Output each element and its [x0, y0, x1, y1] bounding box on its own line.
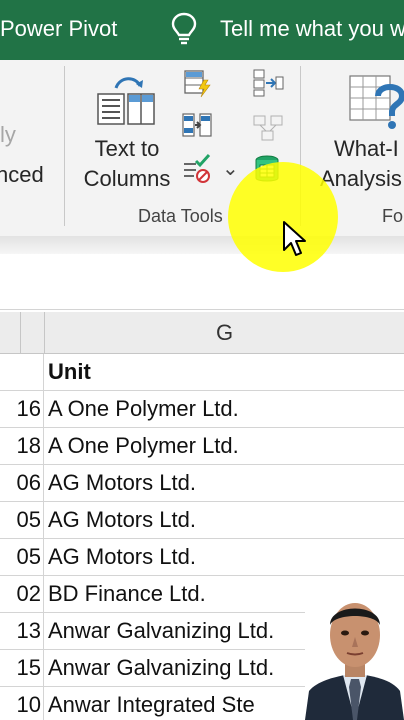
- text-to-columns-icon[interactable]: [96, 72, 158, 132]
- ribbon-border: [0, 236, 404, 254]
- text-to-columns-label-1[interactable]: Text to: [82, 134, 172, 164]
- relationships-icon: [253, 115, 283, 141]
- table-row: 05 AG Motors Ltd.: [0, 539, 404, 576]
- chevron-down-icon[interactable]: ⌄: [222, 156, 239, 181]
- ribbon-separator: [64, 66, 65, 226]
- cell-g[interactable]: A One Polymer Ltd.: [44, 428, 404, 464]
- cell-f[interactable]: 02: [0, 576, 44, 612]
- cell-g[interactable]: AG Motors Ltd.: [44, 539, 404, 575]
- forecast-group-label: Fo: [382, 206, 404, 226]
- flash-fill-icon[interactable]: [182, 68, 212, 98]
- cell-f[interactable]: 05: [0, 539, 44, 575]
- cell-f[interactable]: 18: [0, 428, 44, 464]
- column-header-g[interactable]: G: [44, 312, 404, 354]
- cell-f[interactable]: 16: [0, 391, 44, 427]
- text-to-columns-label-2[interactable]: Columns: [82, 164, 172, 194]
- presenter-photo: [305, 595, 404, 720]
- cell-g[interactable]: A One Polymer Ltd.: [44, 391, 404, 427]
- data-validation-icon[interactable]: [182, 154, 212, 184]
- what-if-analysis-label-2[interactable]: Analysis: [320, 164, 402, 194]
- formula-bar[interactable]: [0, 254, 404, 310]
- column-divider: [20, 312, 21, 354]
- data-tools-group-label: Data Tools: [138, 206, 223, 226]
- what-if-analysis-icon[interactable]: [346, 72, 404, 132]
- what-if-analysis-label-1[interactable]: What-I: [334, 134, 399, 164]
- remove-duplicates-icon[interactable]: [182, 110, 212, 140]
- table-row: Unit: [0, 354, 404, 391]
- table-row: 16 A One Polymer Ltd.: [0, 391, 404, 428]
- lightbulb-icon[interactable]: [170, 12, 198, 46]
- column-headers: G: [0, 312, 404, 354]
- cell-g-header[interactable]: Unit: [44, 354, 404, 390]
- reapply-partial-label: ly: [0, 122, 16, 147]
- tell-me-search[interactable]: Tell me what you w: [220, 16, 404, 42]
- title-bar: Power Pivot Tell me what you w: [0, 0, 404, 60]
- cell-f[interactable]: 15: [0, 650, 44, 686]
- table-row: 05 AG Motors Ltd.: [0, 502, 404, 539]
- consolidate-icon[interactable]: [252, 68, 284, 98]
- cell-g[interactable]: AG Motors Ltd.: [44, 465, 404, 501]
- table-row: 18 A One Polymer Ltd.: [0, 428, 404, 465]
- cell-f[interactable]: 10: [0, 687, 44, 720]
- cell-f[interactable]: 05: [0, 502, 44, 538]
- table-row: 06 AG Motors Ltd.: [0, 465, 404, 502]
- cell-f[interactable]: [0, 354, 44, 390]
- cell-f[interactable]: 06: [0, 465, 44, 501]
- cell-g[interactable]: AG Motors Ltd.: [44, 502, 404, 538]
- mouse-pointer-icon: [283, 221, 306, 256]
- ribbon: ly nced Text to Columns ⌄ Data Tools Wha…: [0, 60, 404, 236]
- advanced-partial-label[interactable]: nced: [0, 160, 44, 190]
- cell-f[interactable]: 13: [0, 613, 44, 649]
- power-pivot-tab[interactable]: Power Pivot: [0, 16, 117, 42]
